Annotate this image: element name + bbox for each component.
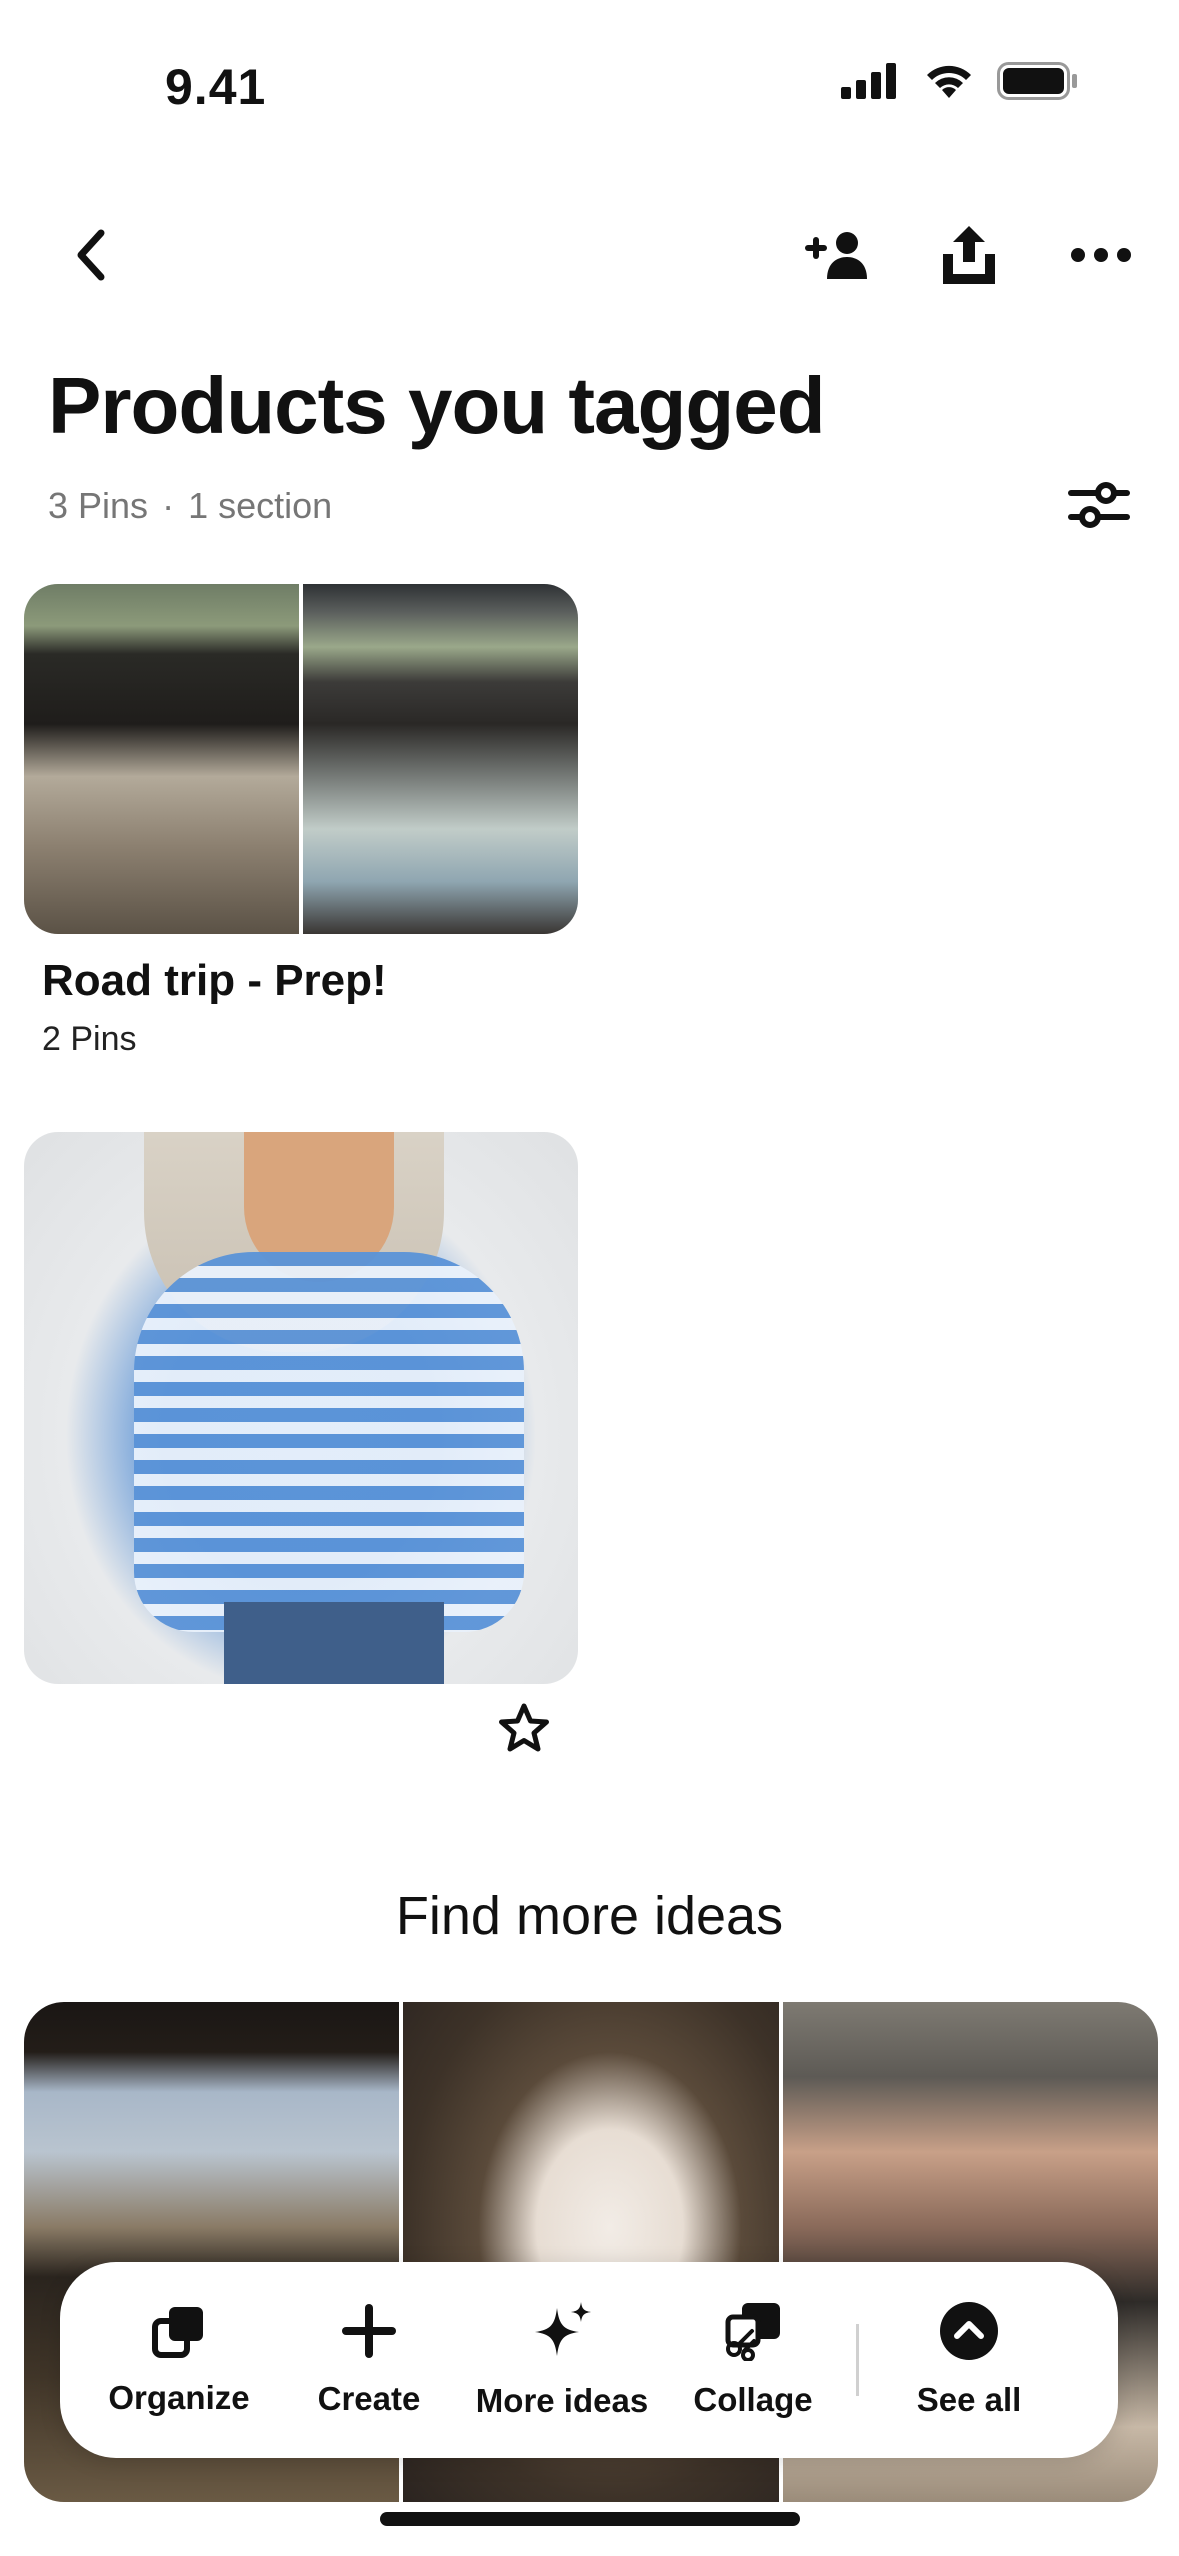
filter-button[interactable] xyxy=(1059,465,1139,545)
collage-button[interactable]: Collage xyxy=(660,2262,846,2458)
section-name[interactable]: Road trip - Prep! xyxy=(42,956,387,1006)
see-all-button[interactable]: See all xyxy=(869,2262,1069,2458)
battery-icon xyxy=(997,62,1077,100)
status-bar: 9.41 xyxy=(0,0,1179,160)
sections-count: 1 section xyxy=(188,485,333,526)
more-horizontal-icon xyxy=(1071,248,1131,262)
top-navigation xyxy=(0,200,1179,310)
add-collaborator-button[interactable] xyxy=(782,200,892,310)
chevron-up-circle-icon xyxy=(940,2302,998,2360)
add-person-icon xyxy=(805,232,867,279)
more-ideas-label: More ideas xyxy=(475,2382,649,2419)
status-time: 9.41 xyxy=(165,59,267,115)
organize-button[interactable]: Organize xyxy=(84,2262,274,2458)
action-divider xyxy=(856,2324,859,2396)
wifi-icon xyxy=(927,65,971,98)
back-button[interactable] xyxy=(36,200,146,310)
organize-label: Organize xyxy=(108,2379,250,2416)
organize-icon xyxy=(152,2307,203,2358)
status-icons xyxy=(841,62,1079,100)
page-title: Products you tagged xyxy=(48,361,826,450)
pin-image-jeans xyxy=(224,1602,444,1684)
sparkle-icon xyxy=(535,2302,591,2356)
create-label: Create xyxy=(317,2380,421,2417)
chevron-left-icon xyxy=(77,229,105,281)
create-button[interactable]: Create xyxy=(274,2262,464,2458)
filter-sliders-icon xyxy=(1068,482,1130,528)
share-button[interactable] xyxy=(914,200,1024,310)
favorite-button[interactable] xyxy=(496,1700,552,1756)
find-more-ideas-heading: Find more ideas xyxy=(395,1886,784,1946)
collage-icon xyxy=(725,2303,780,2361)
meta-separator: · xyxy=(162,485,175,526)
board-action-bar: Organize Create More ideas Collage See a xyxy=(60,2262,1118,2458)
plus-icon xyxy=(342,2304,396,2358)
section-cover-image-1 xyxy=(24,584,299,934)
share-icon xyxy=(943,226,995,284)
more-ideas-button[interactable]: More ideas xyxy=(464,2262,660,2458)
cellular-signal-icon xyxy=(841,63,896,99)
board-meta: 3 Pins · 1 section xyxy=(48,485,332,527)
see-all-label: See all xyxy=(916,2381,1022,2418)
section-pin-count: 2 Pins xyxy=(42,1020,137,1058)
pin-image[interactable] xyxy=(24,1132,578,1684)
collage-label: Collage xyxy=(693,2381,813,2418)
more-options-button[interactable] xyxy=(1046,200,1156,310)
pin-image-sweater xyxy=(134,1252,524,1632)
home-indicator xyxy=(380,2512,800,2526)
section-card[interactable] xyxy=(24,584,578,934)
star-outline-icon xyxy=(499,1703,549,1752)
pins-count: 3 Pins xyxy=(48,485,149,526)
section-cover-image-2 xyxy=(303,584,578,934)
